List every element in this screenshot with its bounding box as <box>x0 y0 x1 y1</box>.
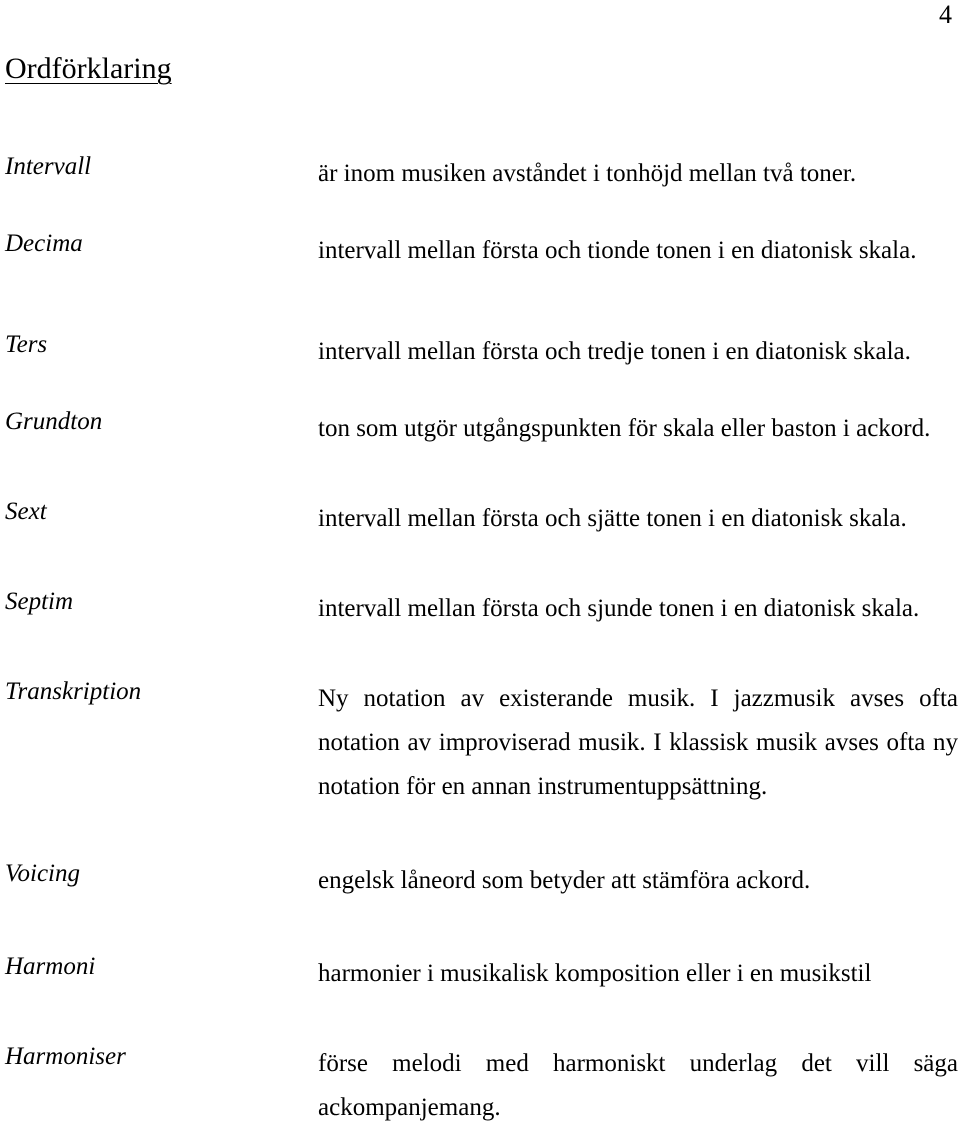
glossary-definition: intervall mellan första och sjunde tonen… <box>318 595 920 622</box>
glossary-definition: är inom musiken avståndet i tonhöjd mell… <box>318 160 857 187</box>
glossary-definition: intervall mellan första och tredje tonen… <box>318 338 911 365</box>
glossary-term: Sext <box>5 498 47 525</box>
glossary-definition: engelsk låneord som betyder att stämföra… <box>318 867 811 894</box>
document-page: 4 Ordförklaring Intervall är inom musike… <box>0 0 960 1123</box>
glossary-term: Ters <box>5 331 48 358</box>
glossary-definition: förse melodi med harmoniskt underlag det… <box>318 1050 958 1121</box>
glossary-term: Transkription <box>5 678 142 705</box>
glossary-term: Harmoniser <box>5 1043 126 1070</box>
glossary-definition: intervall mellan första och sjätte tonen… <box>318 505 907 532</box>
page-number: 4 <box>939 0 952 29</box>
glossary-term: Decima <box>5 230 83 257</box>
glossary-term: Septim <box>5 588 74 615</box>
glossary-definition: ton som utgör utgångspunkten för skala e… <box>318 415 931 442</box>
glossary-term: Harmoni <box>5 953 96 980</box>
glossary-term: Voicing <box>5 860 80 887</box>
page-title: Ordförklaring <box>5 52 172 85</box>
glossary-definition: intervall mellan första och tionde tonen… <box>318 237 917 264</box>
glossary-term: Intervall <box>5 153 92 180</box>
glossary-term: Grundton <box>5 408 103 435</box>
glossary-definition: harmonier i musikalisk komposition eller… <box>318 960 872 987</box>
glossary-definition: Ny notation av existerande musik. I jazz… <box>318 685 958 800</box>
